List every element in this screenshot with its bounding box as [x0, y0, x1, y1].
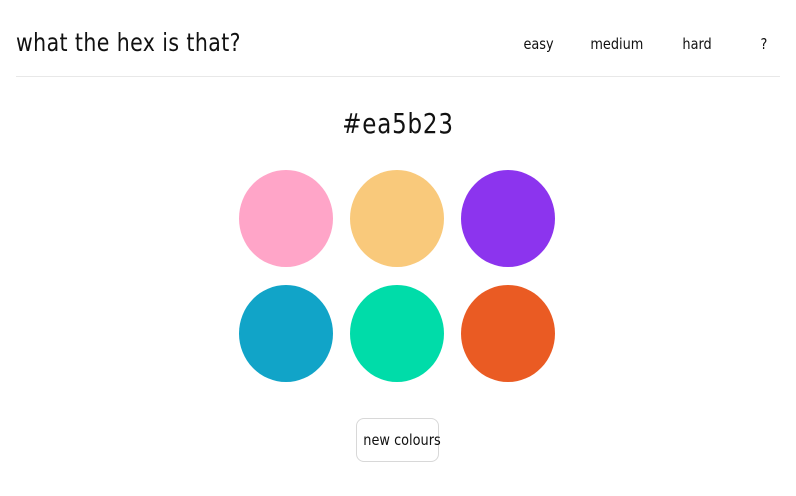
color-swatch-grid	[239, 170, 555, 382]
page: what the hex is that? easy medium hard ?…	[0, 0, 796, 496]
nav-easy[interactable]: easy	[515, 35, 562, 53]
target-hex-code: #ea5b23	[342, 107, 454, 140]
color-swatch-2[interactable]	[350, 170, 444, 267]
color-swatch-3[interactable]	[461, 170, 555, 267]
header-divider	[16, 76, 780, 77]
color-swatch-1[interactable]	[239, 170, 333, 267]
nav-help[interactable]: ?	[752, 35, 776, 53]
difficulty-nav: easy medium hard ?	[511, 33, 778, 55]
nav-medium[interactable]: medium	[582, 35, 652, 53]
color-swatch-4[interactable]	[239, 285, 333, 382]
new-colours-button[interactable]: new colours	[356, 418, 441, 462]
new-colours-button-label: new colours	[363, 431, 441, 449]
color-swatch-6[interactable]	[461, 285, 555, 382]
app-title: what the hex is that?	[16, 28, 241, 57]
color-swatch-5[interactable]	[350, 285, 444, 382]
nav-hard[interactable]: hard	[674, 35, 721, 53]
header: what the hex is that? easy medium hard ?	[0, 0, 796, 77]
